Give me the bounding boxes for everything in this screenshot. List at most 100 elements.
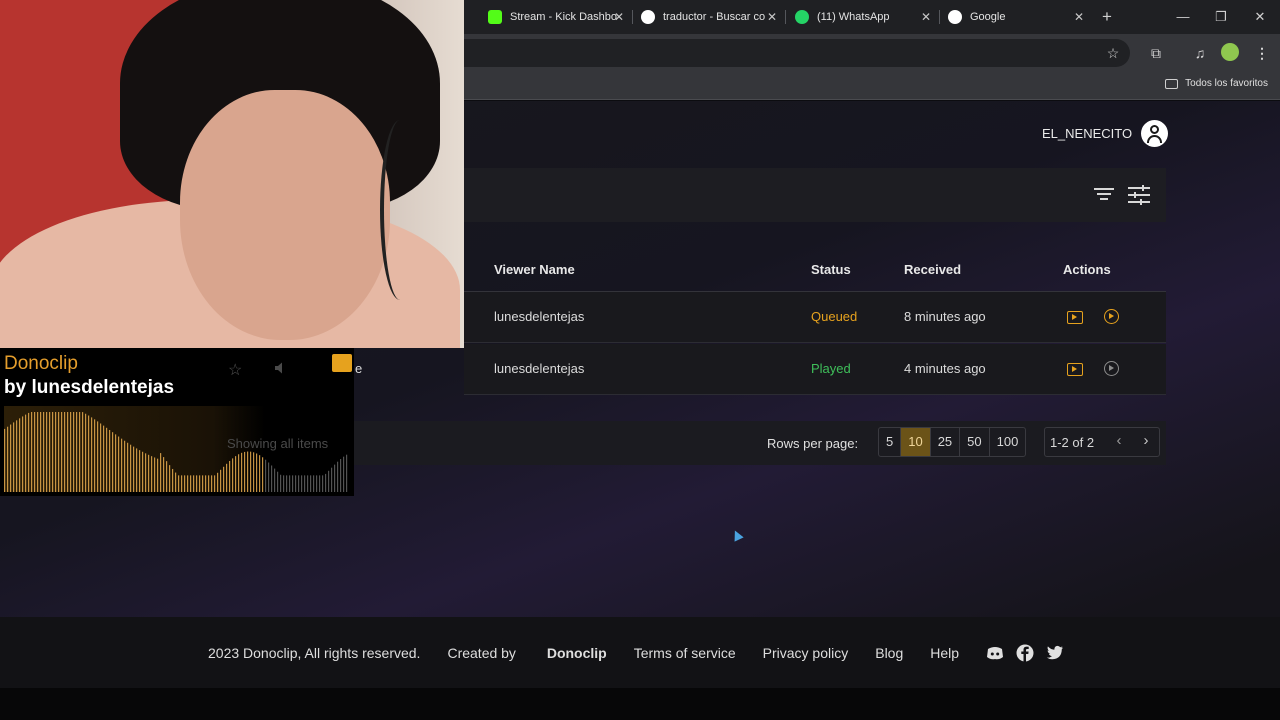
waveform-bar	[334, 464, 336, 492]
waveform-bar	[208, 475, 210, 492]
waveform-bar	[76, 412, 78, 492]
waveform-bar	[22, 416, 24, 492]
waveform-bar	[4, 428, 6, 492]
extensions-icon[interactable]: ⧉	[1146, 43, 1166, 63]
close-icon[interactable]: ✕	[614, 10, 624, 24]
rows-per-page-selector[interactable]: 5 10 25 50 100	[878, 427, 1027, 457]
play-icon[interactable]	[1104, 309, 1119, 324]
column-status[interactable]: Status	[811, 262, 851, 277]
terms-link[interactable]: Terms of service	[634, 645, 736, 661]
table-row[interactable]: lunesdelentejas Queued 8 minutes ago	[464, 292, 1166, 343]
tab-title: Stream - Kick Dashbo	[510, 11, 617, 23]
waveform-bar	[310, 475, 312, 492]
tab-google[interactable]: Google ✕	[948, 5, 1084, 29]
mouse-cursor	[730, 528, 744, 542]
headset-microphone	[380, 120, 420, 300]
privacy-link[interactable]: Privacy policy	[763, 645, 849, 661]
close-icon[interactable]: ✕	[1074, 10, 1084, 24]
maximize-icon[interactable]: ❐	[1206, 6, 1236, 28]
alert-by-prefix: by	[4, 377, 27, 398]
rows-option-10[interactable]: 10	[901, 428, 931, 456]
waveform-bar	[253, 452, 255, 492]
rows-option-100[interactable]: 100	[990, 428, 1026, 456]
play-icon[interactable]	[1104, 361, 1119, 376]
created-by-brand[interactable]: Donoclip	[547, 645, 607, 661]
viewer-name: lunesdelentejas	[494, 361, 585, 376]
facebook-icon[interactable]	[1016, 644, 1034, 662]
menu-icon[interactable]: ⋮	[1252, 43, 1272, 63]
rows-option-50[interactable]: 50	[960, 428, 990, 456]
waveform-bar	[28, 412, 30, 492]
whatsapp-icon	[795, 10, 809, 24]
waveform-bar	[109, 429, 111, 492]
discord-icon[interactable]	[986, 644, 1004, 662]
star-icon: ☆	[228, 362, 243, 379]
new-tab-button[interactable]: +	[1092, 6, 1122, 28]
waveform-bar	[241, 452, 243, 492]
preview-icon[interactable]	[1067, 363, 1083, 376]
tab-divider	[785, 10, 786, 24]
waveform-bar	[94, 419, 96, 492]
star-icon[interactable]: ☆	[1103, 43, 1123, 63]
waveform-bar	[172, 468, 174, 492]
tab-divider	[632, 10, 633, 24]
waveform-bar	[223, 466, 225, 492]
waveform-bar	[121, 438, 123, 492]
help-link[interactable]: Help	[930, 645, 959, 661]
rows-option-5[interactable]: 5	[879, 428, 902, 456]
blog-link[interactable]: Blog	[875, 645, 903, 661]
tab-whatsapp[interactable]: (11) WhatsApp ✕	[795, 5, 931, 29]
waveform-bar	[289, 475, 291, 492]
waveform-bar	[307, 475, 309, 492]
window-close-icon[interactable]: ✕	[1245, 6, 1275, 28]
tab-title: traductor - Buscar co	[663, 11, 766, 23]
waveform-bar	[274, 468, 276, 492]
waveform-bar	[211, 475, 213, 492]
waveform-bar	[238, 454, 240, 492]
google-icon	[948, 10, 962, 24]
close-icon[interactable]: ✕	[767, 10, 777, 24]
page-navigator: 1-2 of 2 ‹ ›	[1044, 427, 1160, 457]
rows-option-25[interactable]: 25	[931, 428, 961, 456]
waveform-bar	[304, 475, 306, 492]
minimize-icon[interactable]: —	[1168, 6, 1198, 28]
alert-byline: by lunesdelentejas	[4, 377, 174, 399]
waveform-bar	[52, 412, 54, 492]
bookmarks-folder[interactable]: Todos los favoritos	[1165, 78, 1268, 89]
waveform-bar	[214, 475, 216, 492]
waveform-bar	[55, 412, 57, 492]
media-control-icon[interactable]: ♫	[1190, 43, 1210, 63]
column-viewer-name[interactable]: Viewer Name	[494, 262, 575, 277]
created-by-prefix: Created by	[447, 645, 516, 661]
waveform-bar	[325, 473, 327, 492]
waveform-bar	[91, 417, 93, 492]
table-row[interactable]: lunesdelentejas Played 4 minutes ago	[464, 344, 1166, 395]
waveform-bar	[64, 412, 66, 492]
tab-traductor[interactable]: traductor - Buscar co ✕	[641, 5, 777, 29]
preview-icon[interactable]	[1067, 311, 1083, 324]
waveform-bar	[259, 455, 261, 492]
waveform-bar	[130, 444, 132, 492]
waveform-bar	[232, 458, 234, 492]
column-received[interactable]: Received	[904, 262, 961, 277]
user-menu[interactable]: EL_NENECITO	[1042, 120, 1169, 147]
waveform-bar	[184, 475, 186, 492]
close-icon[interactable]: ✕	[921, 10, 931, 24]
waveform-bar	[124, 440, 126, 492]
viewer-name: lunesdelentejas	[494, 309, 585, 324]
chevron-right-icon[interactable]: ›	[1136, 432, 1156, 449]
waveform-bar	[58, 412, 60, 492]
chevron-left-icon[interactable]: ‹	[1109, 432, 1129, 449]
waveform-bar	[25, 414, 27, 492]
user-icon[interactable]	[1141, 120, 1169, 147]
alert-username: lunesdelentejas	[31, 377, 175, 398]
faded-text: Showing all items	[227, 436, 329, 451]
tune-icon[interactable]	[1128, 185, 1150, 205]
kick-icon	[488, 10, 502, 24]
tab-kick-dashboard[interactable]: Stream - Kick Dashbo ✕	[488, 5, 624, 29]
twitter-icon[interactable]	[1046, 644, 1064, 662]
waveform-bar	[127, 442, 129, 492]
profile-avatar[interactable]	[1221, 43, 1239, 61]
filter-icon[interactable]	[1094, 188, 1114, 202]
table-pagination: Rows per page: 5 10 25 50 100 1-2 of 2 ‹…	[354, 421, 1166, 465]
